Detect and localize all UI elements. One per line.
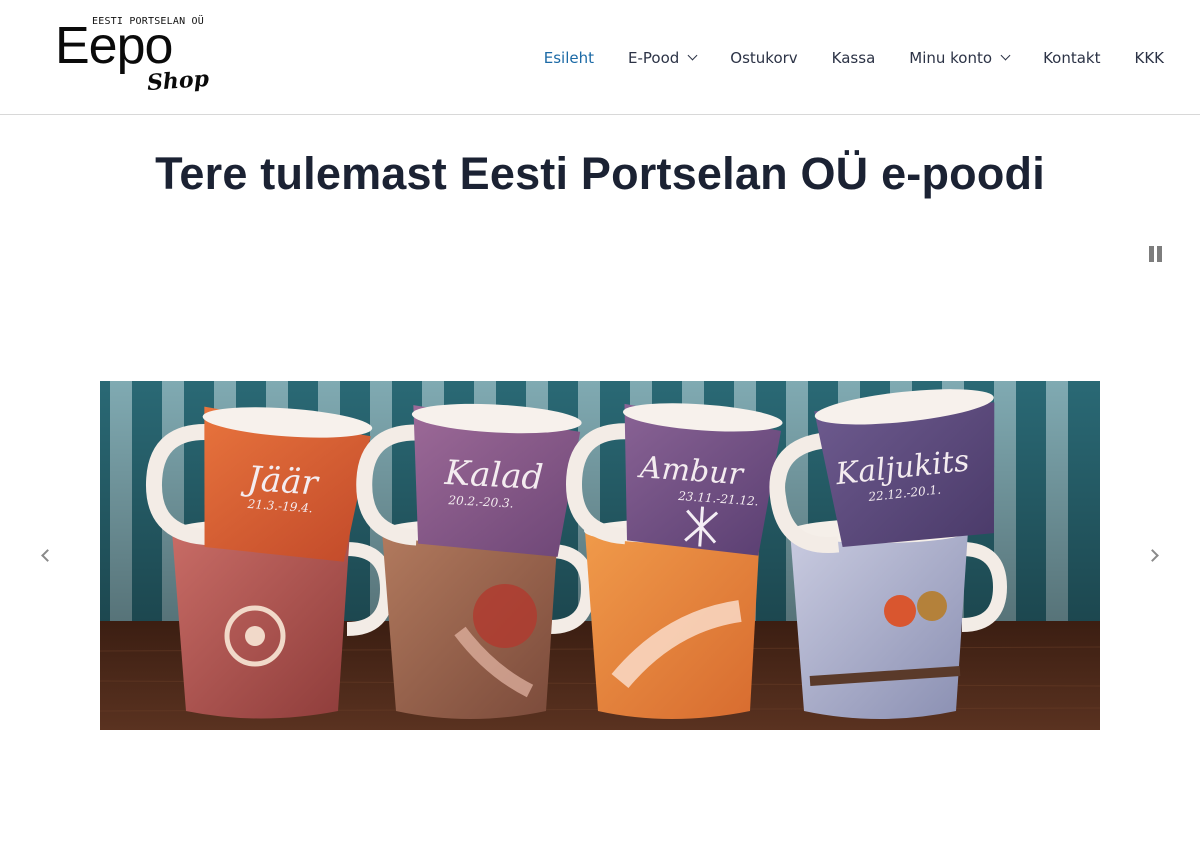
nav-item-minu-konto[interactable]: Minu konto [892, 49, 1026, 67]
chevron-right-icon [1146, 549, 1159, 562]
nav-label: Ostukorv [730, 48, 798, 67]
chevron-left-icon [41, 549, 54, 562]
main-navigation: Esileht E-Pood Ostukorv Kassa Minu konto… [527, 0, 1164, 115]
mug-label: Ambur [636, 450, 746, 492]
slider-next-button[interactable] [1145, 545, 1167, 567]
nav-item-kkk[interactable]: KKK [1117, 49, 1164, 67]
nav-item-kassa[interactable]: Kassa [815, 49, 893, 67]
nav-label: Esileht [543, 48, 594, 67]
nav-item-kontakt[interactable]: Kontakt [1026, 49, 1117, 67]
pause-icon [1149, 246, 1154, 262]
site-header: EESTI PORTSELAN OÜ Eepo Shop Esileht E-P… [0, 0, 1200, 115]
site-logo[interactable]: EESTI PORTSELAN OÜ Eepo Shop [55, 14, 215, 102]
nav-item-e-pood[interactable]: E-Pood [611, 49, 713, 67]
slider-prev-button[interactable] [35, 545, 57, 567]
chevron-down-icon [687, 50, 698, 61]
nav-label: Kassa [831, 48, 876, 67]
page-title: Tere tulemast Eesti Portselan OÜ e-poodi [155, 148, 1045, 199]
pause-icon-bar [1157, 246, 1162, 262]
mugs-photo: Jäär 21.3.-19.4. Kalad 20.2.-20.3. Ambur… [100, 381, 1100, 730]
slider-pause-button[interactable] [1147, 245, 1165, 265]
nav-item-esileht[interactable]: Esileht [527, 49, 611, 67]
logo-main-text: Eepo [55, 17, 173, 75]
nav-label: E-Pood [628, 48, 680, 67]
nav-item-ostukorv[interactable]: Ostukorv [713, 49, 814, 67]
chevron-down-icon [1000, 50, 1011, 61]
nav-label: KKK [1134, 48, 1164, 67]
slider-image: Jäär 21.3.-19.4. Kalad 20.2.-20.3. Ambur… [100, 381, 1100, 730]
mug-label: Kalad [443, 453, 545, 498]
nav-label: Kontakt [1043, 48, 1101, 67]
logo-script-text: Shop [146, 65, 210, 97]
nav-label: Minu konto [909, 48, 993, 67]
